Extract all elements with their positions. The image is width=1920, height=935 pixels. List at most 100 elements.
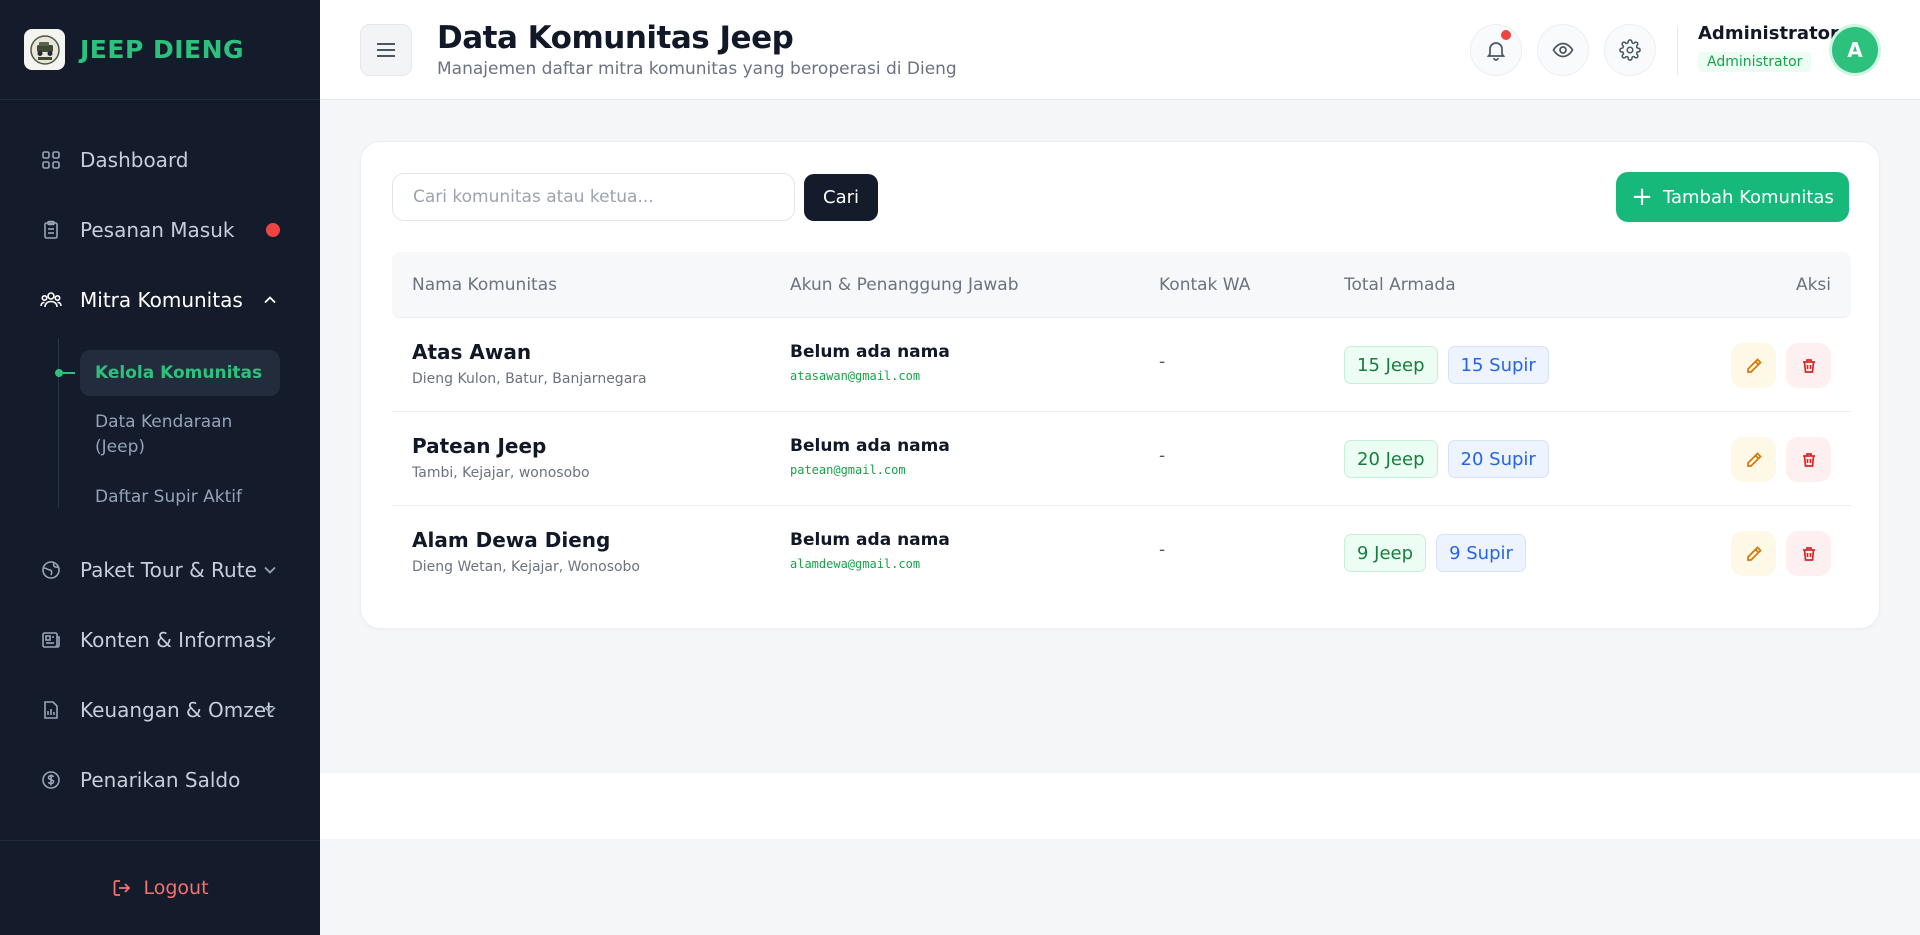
brand: JEEP DIENG <box>0 0 320 100</box>
logout-icon <box>114 880 131 896</box>
trash-icon <box>1802 546 1815 561</box>
sidebar-item-label: Konten & Informasi <box>80 628 272 652</box>
page-title: Data Komunitas Jeep <box>437 20 794 56</box>
brand-name: JEEP DIENG <box>80 35 245 64</box>
whatsapp-contact: - <box>1159 352 1166 372</box>
account-email: alamdewa@gmail.com <box>790 557 921 571</box>
gear-icon <box>1619 39 1641 61</box>
sidebar-item-label: Penarikan Saldo <box>80 768 241 792</box>
sidebar-item-keuangan[interactable]: Keuangan & Omzet <box>40 690 280 730</box>
user-role-badge: Administrator <box>1698 52 1812 72</box>
trash-icon <box>1802 358 1815 373</box>
clipboard-icon <box>40 219 62 241</box>
settings-button[interactable] <box>1604 24 1656 76</box>
edit-button[interactable] <box>1731 531 1776 576</box>
community-name: Patean Jeep <box>412 434 547 458</box>
eye-icon <box>1552 42 1574 58</box>
chevron-up-icon <box>264 296 276 304</box>
pencil-icon <box>1746 451 1762 467</box>
community-location: Tambi, Kejajar, wonosobo <box>412 465 590 481</box>
sub-item-kelola-komunitas[interactable]: Kelola Komunitas <box>80 350 280 396</box>
community-location: Dieng Kulon, Batur, Banjarnegara <box>412 371 647 387</box>
active-dot <box>55 369 63 377</box>
community-name: Alam Dewa Dieng <box>412 528 611 552</box>
add-community-button[interactable]: + Tambah Komunitas <box>1616 172 1849 222</box>
sidebar-item-label: Keuangan & Omzet <box>80 698 274 722</box>
sidebar-item-mitra-komunitas[interactable]: Mitra Komunitas <box>40 280 280 320</box>
plus-icon: + <box>1631 182 1653 212</box>
sidebar-item-label: Dashboard <box>80 148 189 172</box>
notification-button[interactable] <box>1470 24 1522 76</box>
preview-button[interactable] <box>1537 24 1589 76</box>
whatsapp-contact: - <box>1159 446 1166 466</box>
users-icon <box>40 289 62 311</box>
globe-icon <box>40 559 62 581</box>
column-header: Aksi <box>1795 275 1831 295</box>
sidebar-item-label: Mitra Komunitas <box>80 288 243 312</box>
bell-icon <box>1486 42 1506 61</box>
account-email: atasawan@gmail.com <box>790 369 921 383</box>
pencil-icon <box>1746 357 1762 373</box>
edit-button[interactable] <box>1731 343 1776 388</box>
sidebar-item-paket-tour[interactable]: Paket Tour & Rute <box>40 550 280 590</box>
content-footer <box>320 839 1920 935</box>
jeep-count-badge: 20 Jeep <box>1344 440 1438 478</box>
subnav-line <box>58 338 59 508</box>
avatar[interactable]: A <box>1832 27 1878 73</box>
search-input[interactable] <box>392 173 795 221</box>
chevron-down-icon <box>264 636 276 644</box>
content-strip <box>320 773 1920 839</box>
logout-label: Logout <box>143 877 209 899</box>
table-row: Atas Awan Dieng Kulon, Batur, Banjarnegar… <box>392 318 1851 412</box>
column-header: Nama Komunitas <box>412 275 557 295</box>
menu-toggle-button[interactable] <box>360 24 412 76</box>
notification-dot <box>266 223 280 237</box>
logout-button[interactable]: Logout <box>111 877 209 899</box>
hamburger-icon <box>377 43 395 57</box>
community-table: Nama Komunitas Akun & Penanggung Jawab K… <box>392 252 1851 600</box>
jeep-logo-icon <box>29 34 60 65</box>
header-divider <box>1677 27 1678 75</box>
sidebar-item-penarikan-saldo[interactable]: Penarikan Saldo <box>40 760 280 800</box>
column-header: Kontak WA <box>1159 275 1251 295</box>
account-name: Belum ada nama <box>790 342 950 362</box>
community-name: Atas Awan <box>412 340 532 364</box>
sidebar-item-dashboard[interactable]: Dashboard <box>40 140 280 180</box>
driver-count-badge: 20 Supir <box>1447 440 1549 478</box>
sub-item-daftar-supir[interactable]: Daftar Supir Aktif <box>80 485 280 510</box>
grid-icon <box>40 149 62 171</box>
newspaper-icon <box>40 629 62 651</box>
jeep-count-badge: 15 Jeep <box>1344 346 1438 384</box>
sidebar: JEEP DIENG Dashboard Pesanan Masuk Mitra… <box>0 0 320 935</box>
table-row: Alam Dewa Dieng Dieng Wetan, Kejajar, Won… <box>392 506 1851 600</box>
active-connector <box>63 372 75 374</box>
account-name: Belum ada nama <box>790 530 950 550</box>
trash-icon <box>1802 452 1815 467</box>
pencil-icon <box>1746 545 1762 561</box>
driver-count-badge: 9 Supir <box>1436 534 1526 572</box>
delete-button[interactable] <box>1786 531 1831 576</box>
jeep-count-badge: 9 Jeep <box>1344 534 1427 572</box>
account-email: patean@gmail.com <box>790 463 906 477</box>
chevron-down-icon <box>264 566 276 574</box>
edit-button[interactable] <box>1731 437 1776 482</box>
sidebar-item-pesanan-masuk[interactable]: Pesanan Masuk <box>40 210 280 250</box>
community-location: Dieng Wetan, Kejajar, Wonosobo <box>412 559 640 575</box>
delete-button[interactable] <box>1786 343 1831 388</box>
report-icon <box>40 699 62 721</box>
page-subtitle: Manajemen daftar mitra komunitas yang be… <box>437 59 957 79</box>
table-row: Patean Jeep Tambi, Kejajar, wonosobo Belu… <box>392 412 1851 506</box>
dollar-circle-icon <box>40 769 62 791</box>
user-name: Administrator <box>1698 23 1839 44</box>
brand-logo[interactable] <box>24 29 65 70</box>
table-header: Nama Komunitas Akun & Penanggung Jawab K… <box>392 252 1851 318</box>
sidebar-item-konten[interactable]: Konten & Informasi <box>40 620 280 660</box>
notification-dot <box>1501 30 1511 40</box>
logout-area: Logout <box>0 840 320 935</box>
column-header: Total Armada <box>1344 275 1456 295</box>
driver-count-badge: 15 Supir <box>1447 346 1549 384</box>
delete-button[interactable] <box>1786 437 1831 482</box>
chevron-down-icon <box>264 706 276 714</box>
sub-item-data-kendaraan[interactable]: Data Kendaraan (Jeep) <box>80 410 280 460</box>
search-button[interactable]: Cari <box>804 174 878 221</box>
